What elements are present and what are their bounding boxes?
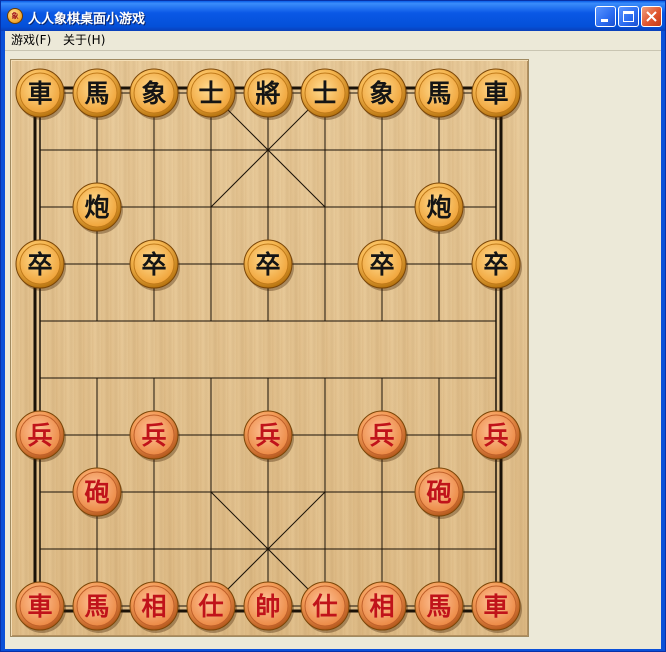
piece-label: 仕	[311, 592, 337, 621]
piece-black[interactable]: 象	[357, 68, 408, 120]
close-icon	[646, 11, 657, 22]
minimize-icon	[601, 19, 608, 22]
piece-red[interactable]: 兵	[129, 410, 180, 462]
piece-label: 卒	[255, 250, 280, 279]
piece-label: 砲	[426, 478, 451, 507]
piece-label: 卒	[369, 250, 394, 279]
piece-label: 士	[198, 79, 223, 108]
piece-red[interactable]: 馬	[72, 581, 123, 633]
piece-red[interactable]: 砲	[72, 467, 123, 519]
maximize-button[interactable]	[618, 6, 639, 27]
app-icon[interactable]: 象	[7, 8, 23, 24]
piece-label: 象	[369, 79, 394, 108]
chess-board-frame: 車馬象士將士象馬車炮炮卒卒卒卒卒兵兵兵兵兵砲砲車馬相仕帥仕相馬車	[10, 59, 529, 637]
piece-black[interactable]: 車	[15, 68, 66, 120]
piece-red[interactable]: 兵	[471, 410, 522, 462]
piece-black[interactable]: 卒	[15, 239, 66, 291]
piece-label: 炮	[426, 193, 451, 222]
piece-label: 帥	[255, 592, 280, 621]
piece-red[interactable]: 兵	[15, 410, 66, 462]
piece-red[interactable]: 相	[129, 581, 180, 633]
piece-label: 車	[27, 79, 52, 108]
piece-label: 士	[312, 79, 337, 108]
piece-black[interactable]: 馬	[72, 68, 123, 120]
menu-game[interactable]: 游戏(F)	[5, 32, 57, 49]
piece-label: 砲	[84, 478, 109, 507]
piece-black[interactable]: 炮	[72, 182, 123, 234]
close-button[interactable]	[641, 6, 662, 27]
piece-red[interactable]: 仕	[186, 581, 237, 633]
piece-label: 將	[255, 79, 280, 108]
piece-black[interactable]: 卒	[129, 239, 180, 291]
piece-label: 象	[141, 79, 166, 108]
piece-label: 車	[483, 592, 508, 621]
piece-black[interactable]: 士	[300, 68, 351, 120]
piece-black[interactable]: 炮	[414, 182, 465, 234]
piece-red[interactable]: 兵	[243, 410, 294, 462]
menu-bar: 游戏(F) 关于(H)	[5, 31, 661, 51]
maximize-icon	[623, 11, 634, 22]
bottom-strip	[5, 641, 661, 649]
piece-red[interactable]: 車	[15, 581, 66, 633]
piece-red[interactable]: 砲	[414, 467, 465, 519]
piece-black[interactable]: 將	[243, 68, 294, 120]
app-window: 象 人人象棋桌面小游戏 游戏(F) 关于(H) 車 馬 象 士 將 士 象 馬 …	[0, 0, 666, 652]
piece-label: 馬	[84, 592, 109, 621]
piece-label: 馬	[426, 79, 451, 108]
piece-black[interactable]: 馬	[414, 68, 465, 120]
piece-black[interactable]: 卒	[471, 239, 522, 291]
menu-about[interactable]: 关于(H)	[57, 32, 111, 49]
piece-black[interactable]: 卒	[357, 239, 408, 291]
piece-label: 相	[369, 592, 394, 621]
piece-label: 車	[27, 592, 52, 621]
piece-label: 卒	[483, 250, 508, 279]
piece-label: 馬	[426, 592, 451, 621]
window-title: 人人象棋桌面小游戏	[28, 12, 146, 27]
piece-red[interactable]: 兵	[357, 410, 408, 462]
minimize-button[interactable]	[595, 6, 616, 27]
piece-label: 兵	[483, 421, 508, 450]
piece-label: 卒	[27, 250, 52, 279]
piece-black[interactable]: 象	[129, 68, 180, 120]
piece-black[interactable]: 士	[186, 68, 237, 120]
piece-label: 炮	[84, 193, 109, 222]
piece-red[interactable]: 帥	[243, 581, 294, 633]
piece-label: 卒	[141, 250, 166, 279]
piece-label: 相	[141, 592, 166, 621]
piece-red[interactable]: 馬	[414, 581, 465, 633]
piece-black[interactable]: 車	[471, 68, 522, 120]
piece-label: 兵	[255, 421, 280, 450]
piece-label: 兵	[369, 421, 394, 450]
piece-black[interactable]: 卒	[243, 239, 294, 291]
piece-label: 兵	[141, 421, 166, 450]
app-icon-glyph: 象	[11, 12, 19, 20]
piece-label: 兵	[27, 421, 52, 450]
title-bar[interactable]: 象 人人象棋桌面小游戏	[1, 1, 665, 31]
board-grid	[33, 86, 503, 613]
piece-red[interactable]: 相	[357, 581, 408, 633]
client-area: 游戏(F) 关于(H) 車 馬 象 士 將 士 象 馬 車 炮 炮 卒 卒 卒 …	[5, 31, 661, 649]
piece-label: 馬	[84, 79, 109, 108]
piece-red[interactable]: 車	[471, 581, 522, 633]
piece-label: 仕	[197, 592, 223, 621]
xiangqi-board[interactable]: 車馬象士將士象馬車炮 炮卒卒卒卒卒兵兵兵兵兵砲 砲車馬相仕帥仕相馬車	[11, 60, 528, 636]
piece-red[interactable]: 仕	[300, 581, 351, 633]
piece-label: 車	[483, 79, 508, 108]
